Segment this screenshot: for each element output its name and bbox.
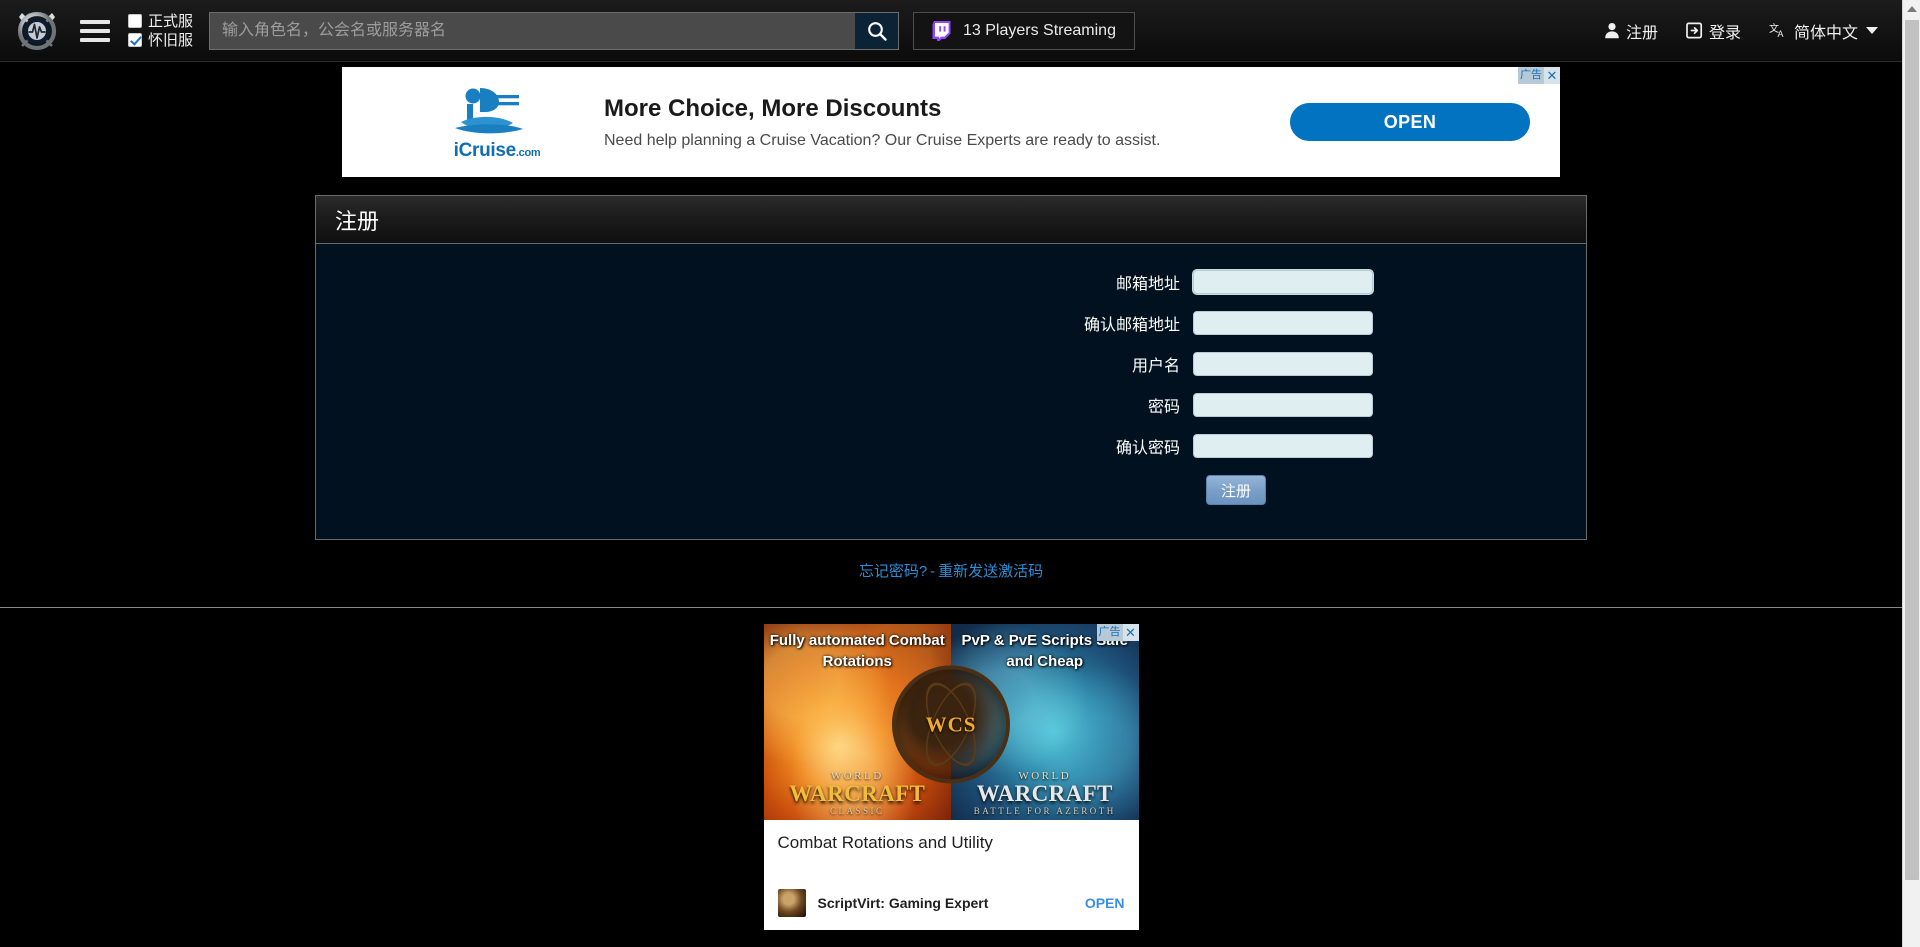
wow-classic-logo-big: WARCRAFT [769,782,945,805]
password-input[interactable] [1193,393,1373,417]
icruise-logo: iCruise.com [412,82,582,162]
cruise-ship-icon [447,82,547,138]
chevron-down-icon[interactable] [1866,27,1878,34]
form-row-password: 密码 [316,393,1586,417]
chevron-up-icon [1907,6,1917,12]
top-ad-headline: More Choice, More Discounts [604,95,1260,123]
main-content: 注册 邮箱地址 确认邮箱地址 用户名 [0,177,1902,607]
label-confirm-password: 确认密码 [316,434,1193,458]
person-icon [1604,22,1620,39]
page-root: 正式服 怀旧服 [0,0,1920,947]
label-confirm-email: 确认邮箱地址 [316,311,1193,335]
resend-activation-link[interactable]: 重新发送激活码 [938,563,1043,580]
nav-login-button[interactable]: 登录 [1686,19,1741,43]
label-password: 密码 [316,393,1193,417]
bottom-ad-region: Fully automated Combat Rotations WORLD W… [0,608,1902,947]
top-ad-copy: More Choice, More Discounts Need help pl… [582,95,1260,150]
confirm-password-input[interactable] [1193,434,1373,458]
wow-bfa-logo-big: WARCRAFT [957,782,1133,805]
nav-right-group: 注册 登录 文 A 简体中文 [1604,19,1902,43]
twitch-streaming-badge[interactable]: 13 Players Streaming [913,12,1135,50]
realm-label-retail: 正式服 [148,14,193,29]
email-input[interactable] [1193,270,1373,294]
register-panel: 注册 邮箱地址 确认邮箱地址 用户名 [315,195,1587,540]
nav-login-label: 登录 [1709,19,1741,43]
icruise-brand: iCruise [454,140,516,161]
nav-language-selector[interactable]: 文 A 简体中文 [1769,19,1878,43]
register-panel-header: 注册 [316,196,1586,244]
top-navbar: 正式服 怀旧服 [0,0,1902,62]
username-input[interactable] [1193,352,1373,376]
nav-register-button[interactable]: 注册 [1604,19,1658,43]
wow-classic-logo-tag: CLASSIC [769,806,945,816]
top-ad-adchoices: 广告 ✕ [1518,67,1560,84]
register-form: 邮箱地址 确认邮箱地址 用户名 密码 [316,244,1586,539]
top-ad-adchoices-label[interactable]: 广告 [1518,67,1544,84]
form-row-confirm-password: 确认密码 [316,434,1586,458]
icruise-wordmark: iCruise.com [454,140,541,162]
bottom-ad-title: Combat Rotations and Utility [778,833,1125,853]
scrollbar-up-arrow[interactable] [1903,0,1920,18]
label-email: 邮箱地址 [316,270,1193,294]
helper-links: 忘记密码?-重新发送激活码 [315,560,1587,581]
top-ad-close-icon[interactable]: ✕ [1544,67,1560,84]
bottom-ad-adchoices: 广告 ✕ [1097,624,1139,641]
bottom-ad-close-icon[interactable]: ✕ [1123,624,1139,641]
bottom-ad-adchoices-label[interactable]: 广告 [1097,624,1123,641]
form-row-username: 用户名 [316,352,1586,376]
helper-link-separator: - [930,563,935,580]
submit-row: 注册 [316,475,1586,505]
wow-bfa-logo: WORLD WARCRAFT BATTLE FOR AZEROTH [957,770,1133,816]
checkbox-box-classic[interactable] [128,33,142,47]
translate-icon: 文 A [1769,22,1788,39]
top-banner-ad[interactable]: 广告 ✕ iCruise.com [342,67,1560,177]
realm-label-classic: 怀旧服 [148,33,193,48]
bottom-ad-open-link[interactable]: OPEN [1085,895,1125,911]
wcs-orb-logo: WCS [892,665,1010,783]
advertiser-name: ScriptVirt: Gaming Expert [818,895,1085,911]
nav-language-label: 简体中文 [1794,19,1858,43]
search-bar [209,12,899,50]
search-icon [866,20,888,42]
realm-filter-group: 正式服 怀旧服 [128,14,193,48]
scrollbar-thumb[interactable] [1905,20,1919,880]
hamburger-menu-icon[interactable] [80,16,110,46]
nav-register-label: 注册 [1626,19,1658,43]
top-ad-open-button[interactable]: OPEN [1290,103,1530,141]
warcraft-logs-logo[interactable] [14,8,60,54]
top-ad-subtext: Need help planning a Cruise Vacation? Ou… [604,132,1260,150]
svg-text:A: A [1777,29,1783,39]
bottom-ad-footer: ScriptVirt: Gaming Expert OPEN [764,889,1139,930]
page-title: 注册 [335,204,379,236]
realm-checkbox-classic[interactable]: 怀旧服 [128,33,193,48]
forgot-password-link[interactable]: 忘记密码? [859,563,927,580]
checkbox-box-retail[interactable] [128,14,142,28]
wcs-orb-label: WCS [926,712,977,737]
top-ad-cta-area: OPEN [1260,103,1560,141]
search-button[interactable] [855,13,898,49]
top-ad-strip: 广告 ✕ iCruise.com [0,62,1902,177]
bottom-display-ad[interactable]: Fully automated Combat Rotations WORLD W… [764,624,1139,930]
wow-bfa-logo-tag: BATTLE FOR AZEROTH [957,806,1133,816]
advertiser-avatar [778,889,806,917]
form-row-confirm-email: 确认邮箱地址 [316,311,1586,335]
confirm-email-input[interactable] [1193,311,1373,335]
search-input[interactable] [210,13,855,49]
wow-classic-logo: WORLD WARCRAFT CLASSIC [769,770,945,816]
register-submit-button[interactable]: 注册 [1206,475,1266,505]
bottom-ad-left-headline: Fully automated Combat Rotations [764,630,952,673]
twitch-streaming-label: 13 Players Streaming [963,22,1116,40]
twitch-icon [932,21,951,41]
page-scrollbar[interactable] [1902,0,1920,947]
realm-checkbox-retail[interactable]: 正式服 [128,14,193,29]
form-row-email: 邮箱地址 [316,270,1586,294]
bottom-ad-creative[interactable]: Fully automated Combat Rotations WORLD W… [764,624,1139,820]
icruise-suffix: .com [516,147,540,159]
label-username: 用户名 [316,352,1193,376]
login-icon [1686,22,1703,39]
content-column: 正式服 怀旧服 [0,0,1902,947]
submit-spacer [316,475,1193,505]
bottom-ad-body: Combat Rotations and Utility [764,820,1139,853]
